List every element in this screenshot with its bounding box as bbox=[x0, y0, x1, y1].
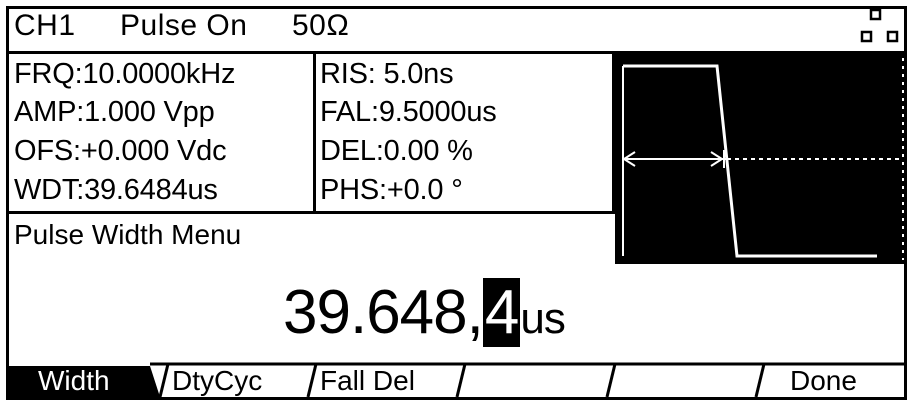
function-generator-screen: CH1 Pulse On 50Ω FRQ:10.0000kHz AMP:1.00… bbox=[0, 0, 913, 406]
softkey-outline bbox=[9, 362, 906, 398]
softkey-width[interactable]: Width bbox=[38, 367, 110, 395]
softkey-fall-delay[interactable]: Fall Del bbox=[320, 367, 415, 395]
softkey-done[interactable]: Done bbox=[790, 367, 857, 395]
softkey-duty-cycle[interactable]: DtyCyc bbox=[172, 367, 262, 395]
